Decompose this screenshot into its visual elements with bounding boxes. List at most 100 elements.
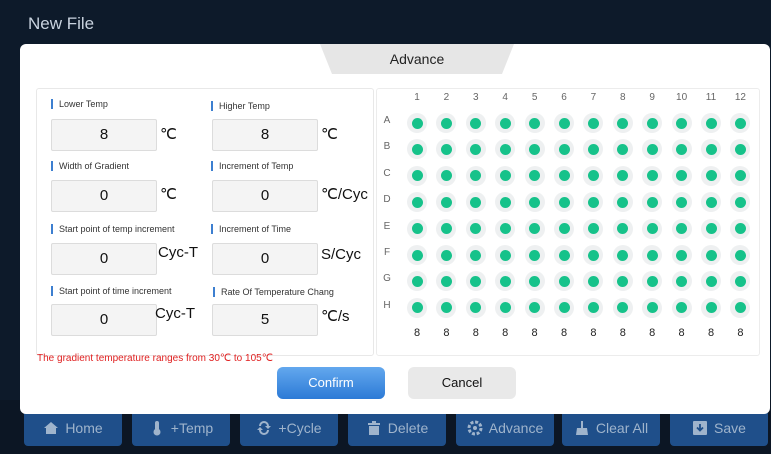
plate-well[interactable] [730,192,751,213]
save-button[interactable]: Save [670,410,768,446]
plate-well[interactable] [407,139,427,160]
plate-well[interactable] [583,245,604,265]
add-cycle-button[interactable]: +Cycle [240,410,338,446]
plate-well[interactable] [465,271,486,292]
plate-well[interactable] [524,165,545,186]
plate-well[interactable] [524,297,545,318]
plate-well[interactable] [554,245,574,265]
plate-well[interactable] [407,297,427,318]
plate-well[interactable] [642,165,663,186]
plate-well[interactable] [671,139,692,160]
plate-well[interactable] [730,297,751,318]
plate-well[interactable] [495,139,516,160]
plate-well[interactable] [495,297,516,318]
home-button[interactable]: Home [24,410,122,446]
plate-well[interactable] [642,218,663,239]
plate-well[interactable] [671,218,692,239]
start-point-time-increment-input[interactable]: 0 [51,304,157,336]
plate-well[interactable] [465,245,486,265]
plate-well[interactable] [407,113,427,133]
plate-well[interactable] [730,218,751,239]
plate-well[interactable] [701,165,721,186]
plate-well[interactable] [407,218,427,239]
plate-well[interactable] [642,113,663,133]
plate-well[interactable] [642,271,663,292]
plate-well[interactable] [524,139,545,160]
plate-well[interactable] [495,218,516,239]
plate-well[interactable] [671,113,692,133]
plate-well[interactable] [436,271,457,292]
plate-well[interactable] [465,139,486,160]
plate-well[interactable] [730,271,751,292]
plate-well[interactable] [612,192,633,213]
plate-well[interactable] [642,192,663,213]
plate-well[interactable] [554,271,574,292]
cancel-button[interactable]: Cancel [408,367,516,399]
plate-well[interactable] [524,245,545,265]
plate-well[interactable] [465,297,486,318]
plate-well[interactable] [701,218,721,239]
plate-well[interactable] [701,245,721,265]
plate-well[interactable] [642,245,663,265]
plate-well[interactable] [465,192,486,213]
clear-all-button[interactable]: Clear All [562,410,660,446]
plate-well[interactable] [612,297,633,318]
plate-well[interactable] [583,218,604,239]
plate-well[interactable] [583,113,604,133]
plate-well[interactable] [436,218,457,239]
plate-well[interactable] [612,271,633,292]
plate-well[interactable] [730,165,751,186]
plate-well[interactable] [407,165,427,186]
plate-well[interactable] [554,297,574,318]
plate-well[interactable] [524,218,545,239]
plate-well[interactable] [671,271,692,292]
plate-well[interactable] [554,218,574,239]
plate-well[interactable] [701,113,721,133]
plate-well[interactable] [554,165,574,186]
plate-well[interactable] [465,218,486,239]
plate-well[interactable] [436,139,457,160]
start-point-temp-increment-input[interactable]: 0 [51,243,157,275]
plate-well[interactable] [671,245,692,265]
plate-well[interactable] [465,113,486,133]
plate-well[interactable] [701,192,721,213]
plate-well[interactable] [701,139,721,160]
plate-well[interactable] [495,165,516,186]
plate-well[interactable] [554,192,574,213]
add-temp-button[interactable]: +Temp [132,410,230,446]
plate-well[interactable] [612,165,633,186]
plate-well[interactable] [436,245,457,265]
plate-well[interactable] [495,271,516,292]
plate-well[interactable] [554,139,574,160]
plate-well[interactable] [701,297,721,318]
plate-well[interactable] [583,271,604,292]
plate-well[interactable] [495,113,516,133]
plate-well[interactable] [524,192,545,213]
plate-well[interactable] [407,192,427,213]
plate-well[interactable] [612,218,633,239]
width-of-gradient-input[interactable]: 0 [51,180,157,212]
rate-of-temp-change-input[interactable]: 5 [212,304,318,336]
plate-well[interactable] [583,165,604,186]
plate-well[interactable] [465,165,486,186]
plate-well[interactable] [730,139,751,160]
plate-well[interactable] [671,165,692,186]
plate-well[interactable] [642,297,663,318]
plate-well[interactable] [642,139,663,160]
plate-well[interactable] [612,139,633,160]
plate-well[interactable] [436,165,457,186]
plate-well[interactable] [583,192,604,213]
plate-well[interactable] [701,271,721,292]
plate-well[interactable] [671,192,692,213]
plate-well[interactable] [495,192,516,213]
plate-well[interactable] [407,271,427,292]
plate-well[interactable] [583,139,604,160]
confirm-button[interactable]: Confirm [277,367,385,399]
increment-of-time-input[interactable]: 0 [212,243,318,275]
advance-button[interactable]: Advance [456,410,554,446]
plate-well[interactable] [524,113,545,133]
higher-temp-input[interactable]: 8 [212,119,318,151]
plate-well[interactable] [612,245,633,265]
increment-of-temp-input[interactable]: 0 [212,180,318,212]
plate-well[interactable] [524,271,545,292]
